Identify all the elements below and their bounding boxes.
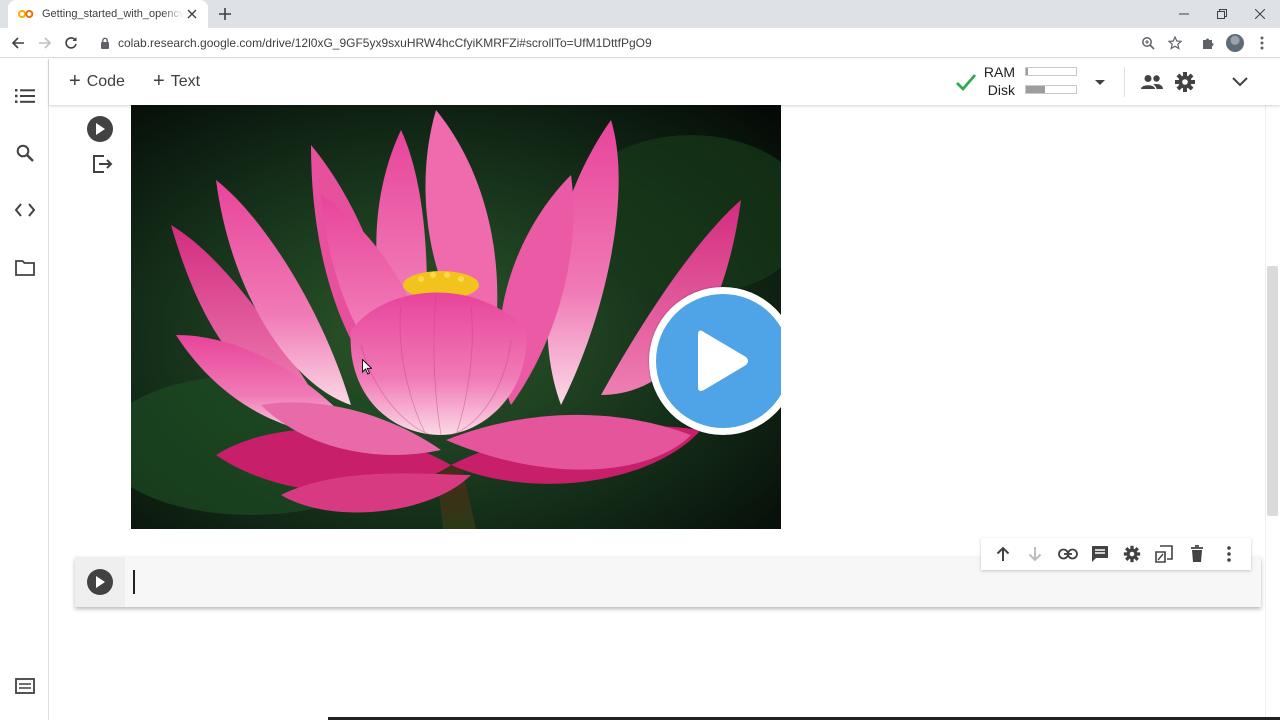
tab-title: Getting_started_with_opencv.ipynb — [42, 8, 184, 20]
play-icon — [96, 123, 105, 135]
run-cell-button[interactable] — [87, 116, 113, 142]
files-icon[interactable] — [14, 257, 36, 279]
new-tab-icon[interactable] — [216, 5, 234, 23]
browser-menu-icon[interactable] — [1253, 34, 1271, 52]
zoom-icon[interactable] — [1139, 34, 1157, 52]
plus-icon: + — [69, 70, 81, 92]
play-icon — [96, 576, 105, 588]
delete-icon[interactable] — [1186, 543, 1208, 565]
add-text-cell-button[interactable]: + Text — [153, 59, 200, 105]
notebook-scrollbar-thumb[interactable] — [1267, 266, 1278, 516]
comment-icon[interactable] — [1089, 543, 1111, 565]
ram-label: RAM — [983, 64, 1015, 80]
lock-icon — [101, 37, 109, 49]
disk-meter[interactable] — [1025, 85, 1077, 94]
ram-meter[interactable] — [1025, 67, 1077, 76]
resources-dropdown-icon[interactable] — [1094, 76, 1106, 88]
ram-meter-fill — [1026, 68, 1028, 75]
bookmark-star-icon[interactable] — [1166, 34, 1184, 52]
extensions-icon[interactable] — [1199, 34, 1217, 52]
arrow-up-icon[interactable] — [992, 543, 1014, 565]
address-bar-url[interactable]: colab.research.google.com/drive/12l0xG_9… — [118, 36, 652, 50]
collapse-header-icon[interactable] — [1227, 69, 1253, 95]
window-close-icon[interactable] — [1240, 0, 1280, 28]
run-cell-button[interactable] — [87, 569, 113, 595]
add-text-label: Text — [170, 73, 201, 90]
notebook-area — [49, 105, 1265, 720]
profile-avatar[interactable] — [1226, 34, 1244, 52]
colab-toolbar: + Code + Text RAM Disk — [49, 59, 1280, 105]
toc-icon[interactable] — [14, 85, 36, 107]
colab-left-rail — [0, 59, 49, 720]
output-image-lotus — [131, 105, 781, 529]
disk-label: Disk — [987, 82, 1015, 98]
reload-icon[interactable] — [62, 34, 80, 52]
colab-logo-icon — [18, 10, 34, 18]
text-cursor — [133, 570, 135, 594]
restore-icon[interactable] — [1202, 0, 1242, 28]
video-play-overlay-disc — [656, 294, 781, 428]
search-icon[interactable] — [14, 142, 36, 164]
connected-check-icon[interactable] — [955, 71, 977, 93]
code-snippets-icon[interactable] — [14, 199, 36, 221]
tab-close-icon[interactable] — [184, 6, 200, 22]
plus-icon: + — [153, 70, 165, 92]
forward-icon[interactable] — [36, 34, 54, 52]
disk-meter-fill — [1026, 86, 1045, 93]
more-vert-icon[interactable] — [1218, 543, 1240, 565]
link-icon[interactable] — [1057, 543, 1079, 565]
back-icon[interactable] — [9, 34, 27, 52]
browser-tabstrip: Getting_started_with_opencv.ipynb — [0, 0, 1280, 28]
toolbar-divider — [1124, 67, 1125, 97]
cell-toolbar — [981, 538, 1251, 570]
minimize-icon[interactable] — [1164, 0, 1204, 28]
play-triangle-icon — [698, 330, 748, 391]
mouse-pointer-icon — [362, 359, 372, 375]
settings-gear-icon[interactable] — [1172, 69, 1198, 95]
browser-toolbar: colab.research.google.com/drive/12l0xG_9… — [0, 28, 1280, 58]
output-action-icon[interactable] — [91, 153, 113, 175]
browser-tab[interactable]: Getting_started_with_opencv.ipynb — [8, 0, 208, 28]
mirror-cell-icon[interactable] — [1153, 543, 1175, 565]
settings-icon[interactable] — [1121, 543, 1143, 565]
share-people-icon[interactable] — [1139, 69, 1165, 95]
add-code-cell-button[interactable]: + Code — [69, 59, 125, 105]
add-code-label: Code — [86, 73, 125, 90]
arrow-down-icon[interactable] — [1024, 543, 1046, 565]
terminal-icon[interactable] — [14, 675, 36, 697]
